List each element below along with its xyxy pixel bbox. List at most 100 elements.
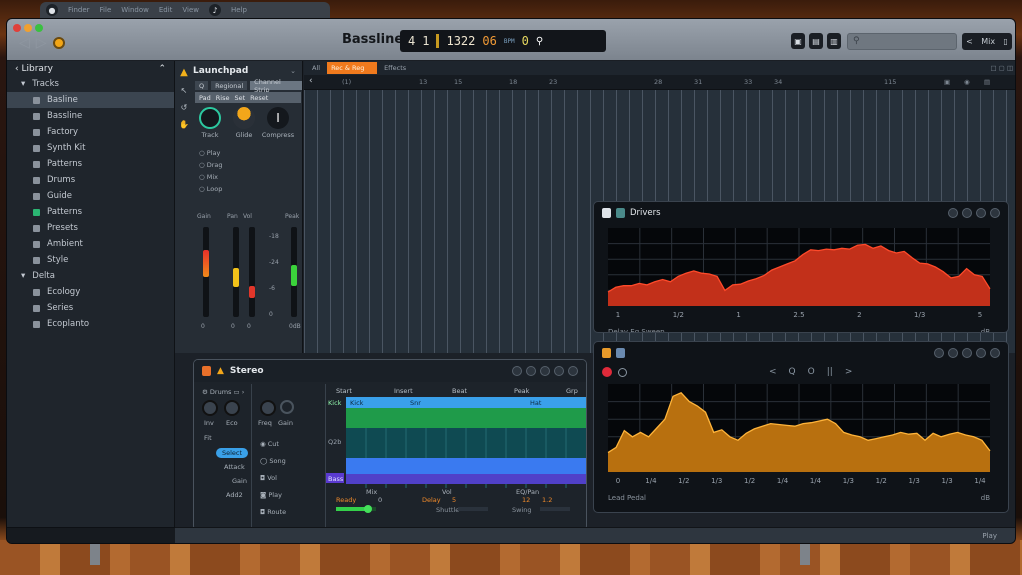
route-option[interactable]: ◘ Route xyxy=(260,508,286,516)
sidebar-item[interactable]: Ecoplanto xyxy=(7,316,174,332)
cloud-icon[interactable] xyxy=(934,348,944,358)
subtab[interactable]: Set xyxy=(234,94,245,102)
notes-button[interactable]: ▤ xyxy=(809,33,823,49)
knob-glide[interactable]: Glide xyxy=(231,107,257,139)
save-icon[interactable] xyxy=(990,348,1000,358)
select-button[interactable]: Select xyxy=(216,448,249,458)
knob-inv[interactable] xyxy=(202,400,218,416)
subtab[interactable]: Pad xyxy=(199,94,211,102)
library-header[interactable]: ‹ Library ⌃ xyxy=(7,61,174,76)
refresh-icon[interactable] xyxy=(948,208,958,218)
transport-control[interactable]: Q xyxy=(789,367,796,377)
sidebar-item[interactable]: Basline xyxy=(7,92,174,108)
menu-item[interactable]: Window xyxy=(121,6,149,14)
help-icon[interactable] xyxy=(976,348,986,358)
transport-control[interactable]: < xyxy=(769,367,777,377)
cut-option[interactable]: ◉ Cut xyxy=(260,440,279,448)
knob-compress[interactable]: Ⅰ Compress xyxy=(262,107,294,139)
cloud-icon[interactable] xyxy=(540,366,550,376)
vol-option[interactable]: ◘ Vol xyxy=(260,474,277,482)
sidebar-group-tracks[interactable]: ▾ Tracks xyxy=(7,76,174,92)
settings-icon[interactable] xyxy=(962,348,972,358)
settings-icon[interactable] xyxy=(962,208,972,218)
song-option[interactable]: ◯ Song xyxy=(260,457,286,465)
transport-control[interactable]: O xyxy=(808,367,815,377)
back-icon[interactable]: ◁ xyxy=(19,35,30,51)
transport-control[interactable]: || xyxy=(827,367,833,377)
mixer-button[interactable]: ▥ xyxy=(827,33,841,49)
tab-channel-strip[interactable]: Channel Strip xyxy=(250,78,302,94)
sidebar-item[interactable]: Drums xyxy=(7,172,174,188)
share-button[interactable]: < Mix ▯ xyxy=(962,33,1012,50)
bell-icon[interactable]: ▲ xyxy=(180,67,188,78)
sidebar-item[interactable]: Guide xyxy=(7,188,174,204)
tab-regional[interactable]: Regional xyxy=(211,81,248,90)
window-icons[interactable]: □ ▢ ◫ xyxy=(986,62,1015,74)
record-icon[interactable] xyxy=(52,37,65,49)
hand-icon[interactable]: ✋ xyxy=(179,120,189,129)
record-button[interactable] xyxy=(602,367,612,377)
option-loop[interactable]: ○ Loop xyxy=(199,185,223,193)
sidebar-item[interactable]: Series xyxy=(7,300,174,316)
monitor-button[interactable] xyxy=(618,367,627,377)
tab-effects[interactable]: Effects xyxy=(380,62,410,74)
option-mix[interactable]: ○ Mix xyxy=(199,173,223,181)
collapse-icon[interactable]: ⌃ xyxy=(158,64,166,74)
play-option[interactable]: ◙ Play xyxy=(260,491,282,499)
globe-icon[interactable] xyxy=(976,208,986,218)
app-icon[interactable]: ● xyxy=(46,4,58,16)
sidebar-item[interactable]: Patterns xyxy=(7,156,174,172)
sidebar-item[interactable]: Ecology xyxy=(7,284,174,300)
loop-icon[interactable]: ↺ xyxy=(181,103,188,112)
sidebar-item[interactable]: Patterns xyxy=(7,204,174,220)
pointer-icon[interactable]: ↖ xyxy=(181,86,188,95)
view-button[interactable]: ▣ xyxy=(791,33,805,49)
sidebar-item[interactable]: Factory xyxy=(7,124,174,140)
sidebar-item[interactable]: Style xyxy=(7,252,174,268)
menu-item[interactable]: File xyxy=(100,6,112,14)
clock-icon[interactable] xyxy=(512,366,522,376)
menu-item[interactable]: Help xyxy=(231,6,247,14)
sidebar-item[interactable]: Bassline xyxy=(7,108,174,124)
track-lanes[interactable]: Start Insert Beat Peak Grp Kick Kick Snr Hat Q2b B… xyxy=(326,384,586,530)
share-icon[interactable] xyxy=(948,348,958,358)
collapse-icon[interactable]: ⌄ xyxy=(290,67,296,75)
tab-rec-reg[interactable]: Rec & Reg xyxy=(327,62,378,74)
target-icon[interactable] xyxy=(554,366,564,376)
tab-all[interactable]: All xyxy=(308,62,324,74)
sidebar-group-delta[interactable]: ▾ Delta xyxy=(7,268,174,284)
knob-freq[interactable] xyxy=(260,400,276,416)
knob-eco[interactable] xyxy=(224,400,240,416)
sidebar-item[interactable]: Synth Kit xyxy=(7,140,174,156)
minimize-button[interactable] xyxy=(24,24,32,32)
tuner-icon[interactable]: ⚲ xyxy=(536,36,543,47)
ruler-button[interactable]: ◉ xyxy=(964,78,970,86)
close-button[interactable] xyxy=(13,24,21,32)
option-play[interactable]: ○ Play xyxy=(199,149,223,157)
transport-control[interactable]: > xyxy=(845,367,853,377)
scroll-left-icon[interactable]: ‹ xyxy=(309,76,313,86)
timeline-ruler[interactable]: ‹ ▣ ◉ ▤ (1) 13 15 18 23 28 31 33 34 115 xyxy=(304,75,1015,90)
forward-icon[interactable]: ▷ xyxy=(36,35,47,51)
sidebar-item[interactable]: Ambient xyxy=(7,236,174,252)
lock-icon[interactable]: ♪ xyxy=(209,4,222,16)
sidebar-item[interactable]: Presets xyxy=(7,220,174,236)
drivers-chart: 1 1/2 1 2.5 2 1/3 5 Delay Eq Sweep dB xyxy=(607,228,991,332)
search-input[interactable]: ⚲ xyxy=(847,33,957,50)
ruler-button[interactable]: ▣ xyxy=(944,78,950,86)
download-icon[interactable] xyxy=(568,366,578,376)
subtab[interactable]: Rise xyxy=(216,94,230,102)
transport-lcd[interactable]: 4 1 1322 06 BPM 0 ⚲ xyxy=(400,30,606,52)
expand-icon[interactable] xyxy=(990,208,1000,218)
ruler-button[interactable]: ▤ xyxy=(984,78,990,86)
tab-q[interactable]: Q xyxy=(195,81,209,90)
knob-track[interactable]: Track xyxy=(197,107,223,139)
menu-item[interactable]: Finder xyxy=(68,6,90,14)
menu-item[interactable]: Edit xyxy=(159,6,173,14)
settings-icon[interactable] xyxy=(526,366,536,376)
zoom-button[interactable] xyxy=(35,24,43,32)
knob-gain[interactable] xyxy=(280,400,294,414)
option-drag[interactable]: ○ Drag xyxy=(199,161,223,169)
menu-item[interactable]: View xyxy=(182,6,199,14)
subtab[interactable]: Reset xyxy=(250,94,268,102)
